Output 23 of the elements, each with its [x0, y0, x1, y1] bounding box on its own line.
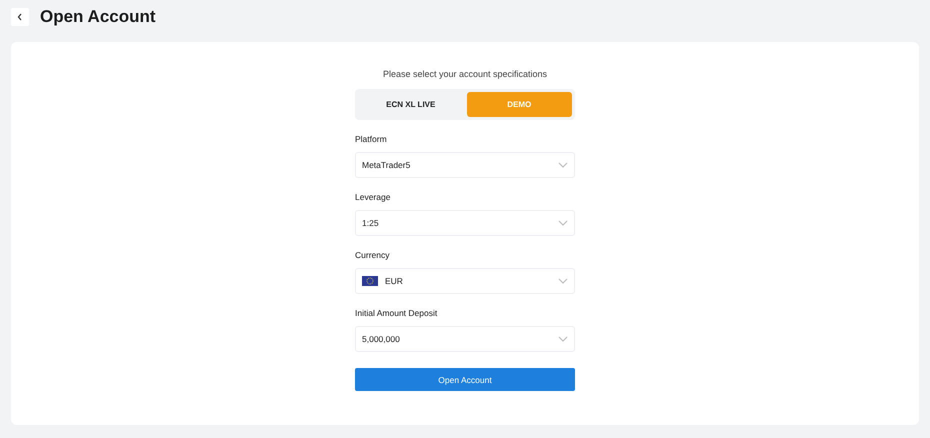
chevron-left-icon: [17, 13, 23, 21]
open-account-button[interactable]: Open Account: [355, 368, 575, 391]
select-field[interactable]: 1:25: [355, 210, 575, 236]
chevron-down-icon: [558, 220, 568, 226]
flag-icon: [362, 276, 378, 286]
account-type-tab[interactable]: ECN XL LIVE: [358, 92, 464, 117]
prompt-text: Please select your account specifications: [382, 69, 548, 79]
field-label: Initial Amount Deposit: [355, 308, 438, 318]
select-value: MetaTrader5: [362, 160, 412, 170]
select-field[interactable]: EUR: [355, 268, 575, 294]
select-field[interactable]: 5,000,000: [355, 326, 575, 352]
back-button[interactable]: [11, 8, 29, 26]
select-value: 5,000,000: [362, 334, 401, 344]
page-title: Open Account: [40, 7, 156, 27]
field-label: Platform: [355, 134, 388, 144]
chevron-down-icon: [558, 336, 568, 342]
field-label: Currency: [355, 250, 390, 260]
chevron-down-icon: [558, 162, 568, 168]
select-field[interactable]: MetaTrader5: [355, 152, 575, 178]
chevron-down-icon: [558, 278, 568, 284]
field-label: Leverage: [355, 192, 392, 202]
select-value: EUR: [385, 276, 404, 286]
select-value: 1:25: [362, 218, 380, 228]
